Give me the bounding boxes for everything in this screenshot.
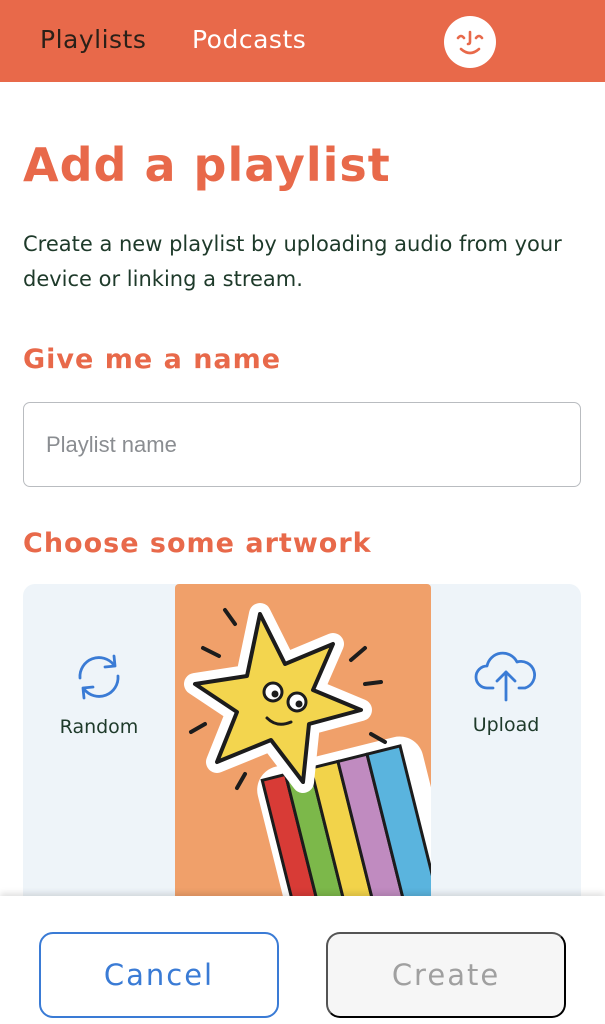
name-section-heading: Give me a name [23, 344, 282, 375]
artwork-section-heading: Choose some artwork [23, 528, 372, 559]
refresh-icon [78, 654, 120, 700]
random-label: Random [59, 716, 139, 738]
cancel-button[interactable]: Cancel [39, 932, 279, 1018]
tab-playlists[interactable]: Playlists [40, 25, 146, 54]
tab-podcasts[interactable]: Podcasts [192, 25, 306, 54]
top-navigation-bar: Playlists Podcasts [0, 0, 605, 82]
shooting-star-rainbow-image [184, 603, 431, 904]
create-button[interactable]: Create [326, 932, 566, 1018]
playlist-name-input[interactable] [23, 402, 581, 487]
artwork-preview [175, 584, 431, 904]
avatar[interactable] [444, 16, 496, 68]
page-title: Add a playlist [23, 138, 391, 192]
upload-label: Upload [472, 714, 540, 736]
smiley-face-icon [456, 30, 484, 55]
cloud-upload-icon [474, 651, 536, 702]
random-artwork-button[interactable]: Random [39, 648, 159, 738]
upload-artwork-button[interactable]: Upload [446, 648, 566, 736]
page-description: Create a new playlist by uploading audio… [23, 232, 562, 291]
